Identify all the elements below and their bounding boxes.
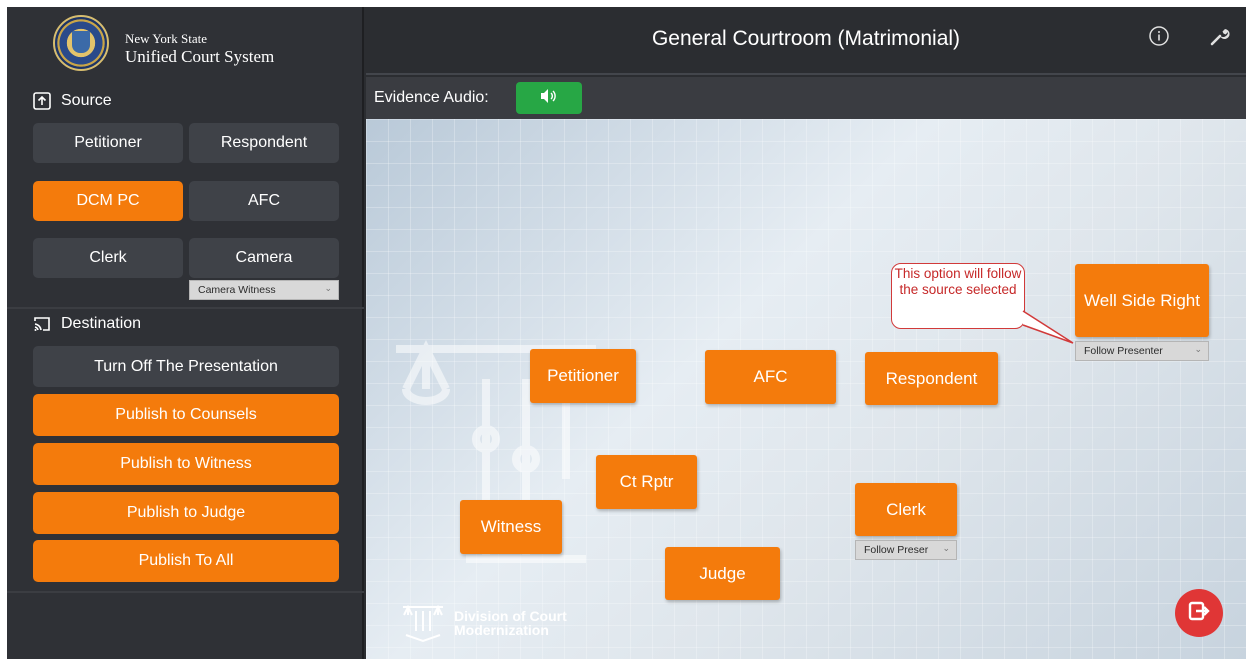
division-brand: Division of Court Modernization [400,603,567,643]
chevron-down-icon: ⌄ [942,543,950,553]
camera-select-value: Camera Witness [198,284,276,296]
cast-icon [33,315,51,333]
source-afc-button[interactable]: AFC [189,181,339,221]
source-heading-label: Source [61,92,112,109]
chevron-down-icon: ⌄ [324,283,332,293]
evidence-audio-bar: Evidence Audio: [366,77,1246,119]
chevron-down-icon: ⌄ [1194,344,1202,354]
header: General Courtroom (Matrimonial) [366,7,1246,75]
camera-select[interactable]: Camera Witness ⌄ [189,280,339,300]
source-camera-button[interactable]: Camera [189,238,339,278]
division-name-line2: Modernization [454,622,549,638]
exit-button[interactable] [1175,589,1223,637]
exit-icon [1188,600,1210,627]
publish-to-witness-button[interactable]: Publish to Witness [33,443,339,485]
seat-judge[interactable]: Judge [665,547,780,600]
app-frame: New York State Unified Court System Sour… [7,7,1246,659]
seat-petitioner[interactable]: Petitioner [530,349,636,403]
wrench-icon[interactable] [1208,25,1230,47]
callout-tooltip: This option will follow the source selec… [891,263,1025,329]
destination-heading-label: Destination [61,315,142,332]
clerk-select-value: Follow Preser [864,544,929,556]
publish-to-counsels-button[interactable]: Publish to Counsels [33,394,339,436]
publish-to-all-button[interactable]: Publish To All [33,540,339,582]
org-name-line1: New York State [125,31,207,46]
division-logo [403,604,443,643]
source-heading: Source [33,92,112,110]
seat-respondent[interactable]: Respondent [865,352,998,405]
well-side-right-select[interactable]: Follow Presenter ⌄ [1075,341,1209,361]
callout-pointer [1022,310,1074,344]
source-petitioner-button[interactable]: Petitioner [33,123,183,163]
seat-ct-rptr[interactable]: Ct Rptr [596,455,697,509]
evidence-audio-toggle[interactable] [516,82,582,114]
seat-clerk[interactable]: Clerk [855,483,957,536]
sidebar-divider [7,307,364,309]
source-respondent-button[interactable]: Respondent [189,123,339,163]
nys-seal-logo [53,15,109,71]
upload-icon [33,92,51,110]
clerk-select[interactable]: Follow Preser ⌄ [855,540,957,560]
seat-witness[interactable]: Witness [460,500,562,554]
division-name: Division of Court Modernization [454,609,567,637]
well-side-right-select-value: Follow Presenter [1084,345,1163,357]
sidebar-divider-bottom [7,591,364,593]
speaker-icon [539,88,559,109]
evidence-audio-label: Evidence Audio: [374,89,489,106]
turn-off-presentation-button[interactable]: Turn Off The Presentation [33,346,339,387]
seat-well-side-right[interactable]: Well Side Right [1075,264,1209,337]
page-title: General Courtroom (Matrimonial) [651,27,961,50]
source-dcm-pc-button[interactable]: DCM PC [33,181,183,221]
seat-afc[interactable]: AFC [705,350,836,404]
org-name-line2: Unified Court System [125,47,275,66]
destination-heading: Destination [33,315,141,333]
source-clerk-button[interactable]: Clerk [33,238,183,278]
publish-to-judge-button[interactable]: Publish to Judge [33,492,339,534]
courtroom-layout: Petitioner AFC Respondent Well Side Righ… [366,119,1246,659]
info-icon[interactable] [1148,25,1170,47]
sidebar: New York State Unified Court System Sour… [7,7,364,659]
division-name-line1: Division of Court [454,608,567,624]
